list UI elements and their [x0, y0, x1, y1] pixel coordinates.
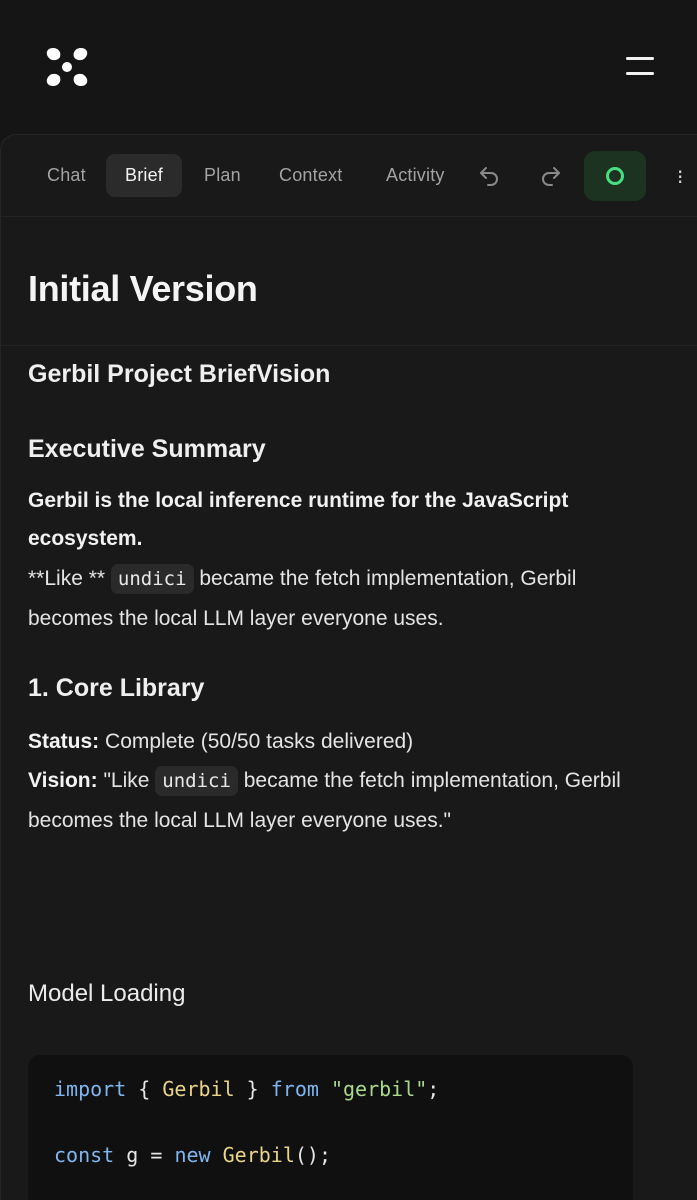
- core-library-heading: 1. Core Library: [28, 674, 205, 702]
- like-prefix: **Like **: [28, 567, 111, 590]
- top-bar: [0, 0, 697, 134]
- tab-brief[interactable]: Brief: [106, 154, 183, 197]
- tab-plan[interactable]: Plan: [185, 154, 260, 197]
- summary-paragraph: **Like ** undici became the fetch implem…: [28, 559, 648, 638]
- undo-icon[interactable]: [468, 155, 510, 197]
- model-loading-heading: Model Loading: [28, 980, 186, 1007]
- vision-label: Vision:: [28, 769, 98, 792]
- code-block: import { Gerbil } from "gerbil"; const g…: [28, 1055, 633, 1200]
- status-value: Complete (50/50 tasks delivered): [99, 730, 414, 753]
- inline-code: undici: [155, 766, 238, 796]
- redo-icon[interactable]: [530, 155, 572, 197]
- status-button[interactable]: [584, 151, 646, 201]
- overflow-icon[interactable]: ⁝: [677, 167, 689, 189]
- divider: [1, 345, 697, 346]
- tab-context[interactable]: Context: [260, 154, 361, 197]
- core-library-details: Status: Complete (50/50 tasks delivered)…: [28, 722, 648, 840]
- tab-chat[interactable]: Chat: [28, 154, 105, 197]
- page-title: Initial Version: [28, 268, 258, 309]
- vision-prefix: "Like: [97, 769, 156, 792]
- status-ring-icon: [606, 167, 624, 185]
- tab-bar: Chat Brief Plan Context Activity ⁝: [1, 135, 697, 217]
- project-heading: Gerbil Project BriefVision: [28, 360, 331, 388]
- code-line: const g = new Gerbil();: [54, 1143, 331, 1167]
- four-petal-logo-icon[interactable]: [45, 45, 89, 89]
- summary-lead: Gerbil is the local inference runtime fo…: [28, 489, 569, 550]
- brief-panel: Chat Brief Plan Context Activity ⁝ Initi…: [0, 134, 697, 1200]
- inline-code: undici: [110, 564, 194, 594]
- executive-summary-heading: Executive Summary: [28, 435, 266, 463]
- code-line: import { Gerbil } from "gerbil";: [54, 1077, 440, 1101]
- hamburger-menu-icon[interactable]: [618, 50, 662, 84]
- tab-activity[interactable]: Activity: [367, 154, 464, 197]
- status-label: Status:: [28, 730, 100, 753]
